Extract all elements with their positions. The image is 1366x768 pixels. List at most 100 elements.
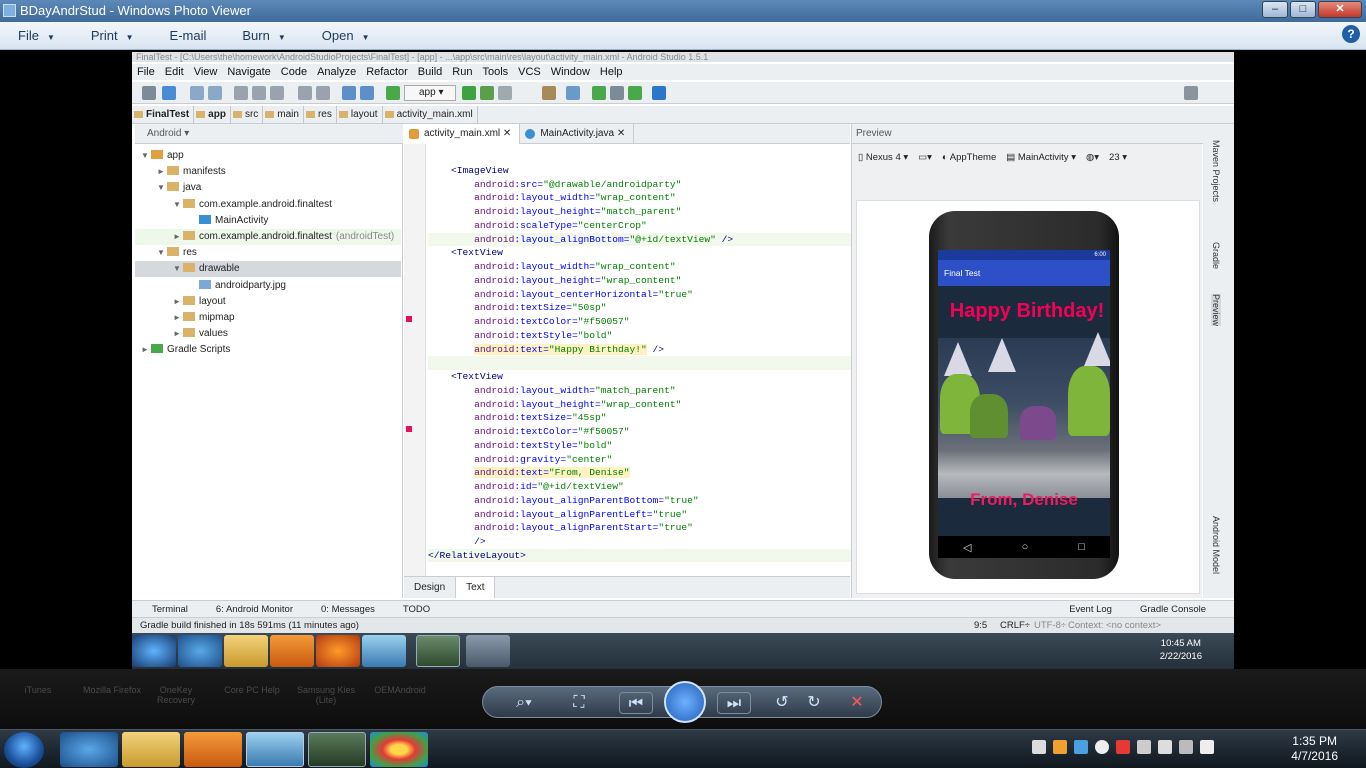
zoom-icon[interactable]: ⌕▾ bbox=[509, 692, 539, 714]
explorer-taskbar-icon[interactable] bbox=[122, 732, 180, 767]
network-icon[interactable] bbox=[1032, 740, 1046, 754]
tree-item[interactable]: ▼ java bbox=[135, 180, 401, 196]
code-line[interactable]: android:layout_alignParentBottom="true" bbox=[428, 494, 853, 508]
code-line[interactable]: android:text="Happy Birthday!" /> bbox=[428, 343, 853, 357]
android-model-tool: Android Model bbox=[1211, 516, 1221, 575]
code-line[interactable]: android:layout_height="wrap_content" bbox=[428, 274, 853, 288]
run-config-label: app bbox=[419, 87, 436, 98]
tree-item-label: com.example.android.finaltest bbox=[199, 231, 332, 242]
from-text: From, Denise bbox=[970, 490, 1078, 509]
actual-size-icon[interactable]: ⛶ bbox=[567, 692, 591, 714]
tree-item[interactable]: ▼ app bbox=[135, 148, 401, 164]
code-token: :text= bbox=[514, 467, 549, 479]
code-line[interactable]: android:layout_height="wrap_content" bbox=[428, 398, 853, 412]
code-line[interactable]: android:layout_centerHorizontal="true" bbox=[428, 288, 853, 302]
folder-icon bbox=[183, 328, 195, 338]
studio-title: FinalTest - [C:\Users\the\homework\Andro… bbox=[132, 52, 1234, 62]
android-studio-taskbar-icon[interactable] bbox=[308, 732, 366, 767]
menu-file[interactable]: File ▼ bbox=[0, 28, 73, 43]
menu-open[interactable]: Open ▼ bbox=[304, 28, 388, 43]
power-icon[interactable] bbox=[1179, 740, 1193, 754]
code-line[interactable]: android:layout_alignBottom="@+id/textVie… bbox=[428, 232, 853, 247]
tree-item[interactable]: MainActivity bbox=[135, 213, 401, 229]
tree-item[interactable]: ► layout bbox=[135, 294, 401, 310]
tree-item[interactable]: ▼ drawable bbox=[135, 261, 401, 278]
rotate-ccw-icon[interactable]: ↺ bbox=[771, 692, 793, 714]
next-icon[interactable]: ⏭ bbox=[717, 692, 751, 714]
code-token: :layout_width= bbox=[514, 261, 595, 272]
code-line[interactable]: <TextView bbox=[428, 370, 853, 384]
code-line[interactable]: android:layout_width="wrap_content" bbox=[428, 191, 853, 205]
copy-icon bbox=[252, 86, 266, 100]
flag-icon[interactable] bbox=[1137, 740, 1151, 754]
clock[interactable]: 1:35 PM 4/7/2016 bbox=[1291, 734, 1338, 764]
code-line[interactable]: android:textColor="#f50057" bbox=[428, 315, 853, 329]
previous-icon[interactable]: ⏮ bbox=[619, 692, 653, 714]
code-line[interactable]: android:textStyle="bold" bbox=[428, 439, 853, 453]
code-line[interactable]: <ImageView bbox=[428, 164, 853, 178]
tree-item[interactable]: ▼ res bbox=[135, 245, 401, 261]
tree-item[interactable]: ► com.example.android.finaltest (androidTe… bbox=[135, 229, 401, 245]
delete-icon[interactable]: ✕ bbox=[845, 692, 869, 714]
code-line[interactable]: </RelativeLayout> bbox=[428, 548, 853, 563]
start-button[interactable] bbox=[4, 732, 44, 768]
code-line[interactable]: android:layout_alignParentLeft="true" bbox=[428, 508, 853, 522]
menu-email[interactable]: E-mail bbox=[152, 28, 225, 43]
party-hat bbox=[1084, 332, 1110, 366]
code-line[interactable]: android:textSize="45sp" bbox=[428, 411, 853, 425]
volume-icon[interactable] bbox=[1158, 740, 1172, 754]
tray-app-icon[interactable] bbox=[1053, 740, 1067, 754]
photo-viewer-taskbar-icon[interactable] bbox=[246, 732, 304, 767]
media-player-taskbar-icon[interactable] bbox=[184, 732, 242, 767]
tray-app-icon[interactable] bbox=[1116, 740, 1130, 754]
code-line[interactable]: /> bbox=[428, 535, 853, 549]
android-studio-icon bbox=[416, 635, 460, 667]
breadcrumb-item: src bbox=[231, 105, 264, 124]
code-line[interactable] bbox=[428, 150, 853, 164]
slideshow-button[interactable] bbox=[664, 681, 706, 723]
tab-main-activity-java: MainActivity.java ✕ bbox=[520, 124, 635, 144]
maximize-button[interactable]: □ bbox=[1290, 1, 1316, 18]
code-token: "match_parent" bbox=[594, 384, 676, 396]
todo-tool: TODO bbox=[402, 603, 431, 615]
close-button[interactable]: ✕ bbox=[1318, 1, 1362, 18]
tray-app-icon[interactable] bbox=[1095, 740, 1109, 754]
folder-icon bbox=[183, 312, 195, 321]
code-line[interactable]: android:layout_width="wrap_content" bbox=[428, 260, 853, 274]
ie-taskbar-icon[interactable] bbox=[60, 732, 118, 767]
rotate-cw-icon[interactable]: ↻ bbox=[803, 692, 825, 714]
code-token: :layout_width= bbox=[514, 192, 595, 204]
make-icon bbox=[386, 86, 400, 100]
code-line[interactable]: android:textSize="50sp" bbox=[428, 301, 853, 315]
code-line[interactable]: android:layout_height="match_parent" bbox=[428, 205, 853, 219]
code-line[interactable]: android:src="@drawable/androidparty" bbox=[428, 178, 853, 192]
device-label: Nexus 4 bbox=[865, 151, 901, 163]
menu-burn[interactable]: Burn ▼ bbox=[224, 28, 303, 43]
project-view-select: Android ▾ bbox=[135, 124, 403, 144]
android-monitor-tool: 6: Android Monitor bbox=[215, 603, 294, 615]
tree-item[interactable]: ► Gradle Scripts bbox=[135, 342, 401, 358]
code-line[interactable]: android:text="From, Denise" bbox=[428, 466, 853, 480]
tray-app-icon[interactable] bbox=[1074, 740, 1088, 754]
app-bar-title: Final Test bbox=[938, 260, 1110, 286]
tree-item[interactable]: ► manifests bbox=[135, 164, 401, 180]
tree-item[interactable]: ► values bbox=[135, 326, 401, 342]
code-line[interactable]: android:id="@+id/textView" bbox=[428, 480, 853, 494]
code-line[interactable] bbox=[428, 356, 853, 370]
code-line[interactable]: <TextView bbox=[428, 246, 853, 260]
code-line[interactable]: android:scaleType="centerCrop" bbox=[428, 219, 853, 233]
code-line[interactable]: android:textStyle="bold" bbox=[428, 329, 853, 343]
help-icon[interactable]: ? bbox=[1342, 25, 1360, 43]
code-line[interactable]: android:gravity="center" bbox=[428, 453, 853, 467]
menu-print[interactable]: Print ▼ bbox=[73, 28, 152, 43]
breadcrumb-item: res bbox=[304, 105, 337, 124]
minimize-button[interactable]: – bbox=[1262, 1, 1288, 18]
tree-item[interactable]: androidparty.jpg bbox=[135, 278, 401, 294]
wifi-icon[interactable] bbox=[1200, 740, 1214, 754]
code-line[interactable]: android:textColor="#f50057" bbox=[428, 425, 853, 439]
code-line[interactable]: android:layout_width="match_parent" bbox=[428, 384, 853, 398]
tree-item[interactable]: ▼ com.example.android.finaltest bbox=[135, 197, 401, 213]
tree-item[interactable]: ► mipmap bbox=[135, 310, 401, 326]
chrome-taskbar-icon[interactable] bbox=[370, 732, 428, 767]
code-line[interactable]: android:layout_alignParentStart="true" bbox=[428, 521, 853, 535]
